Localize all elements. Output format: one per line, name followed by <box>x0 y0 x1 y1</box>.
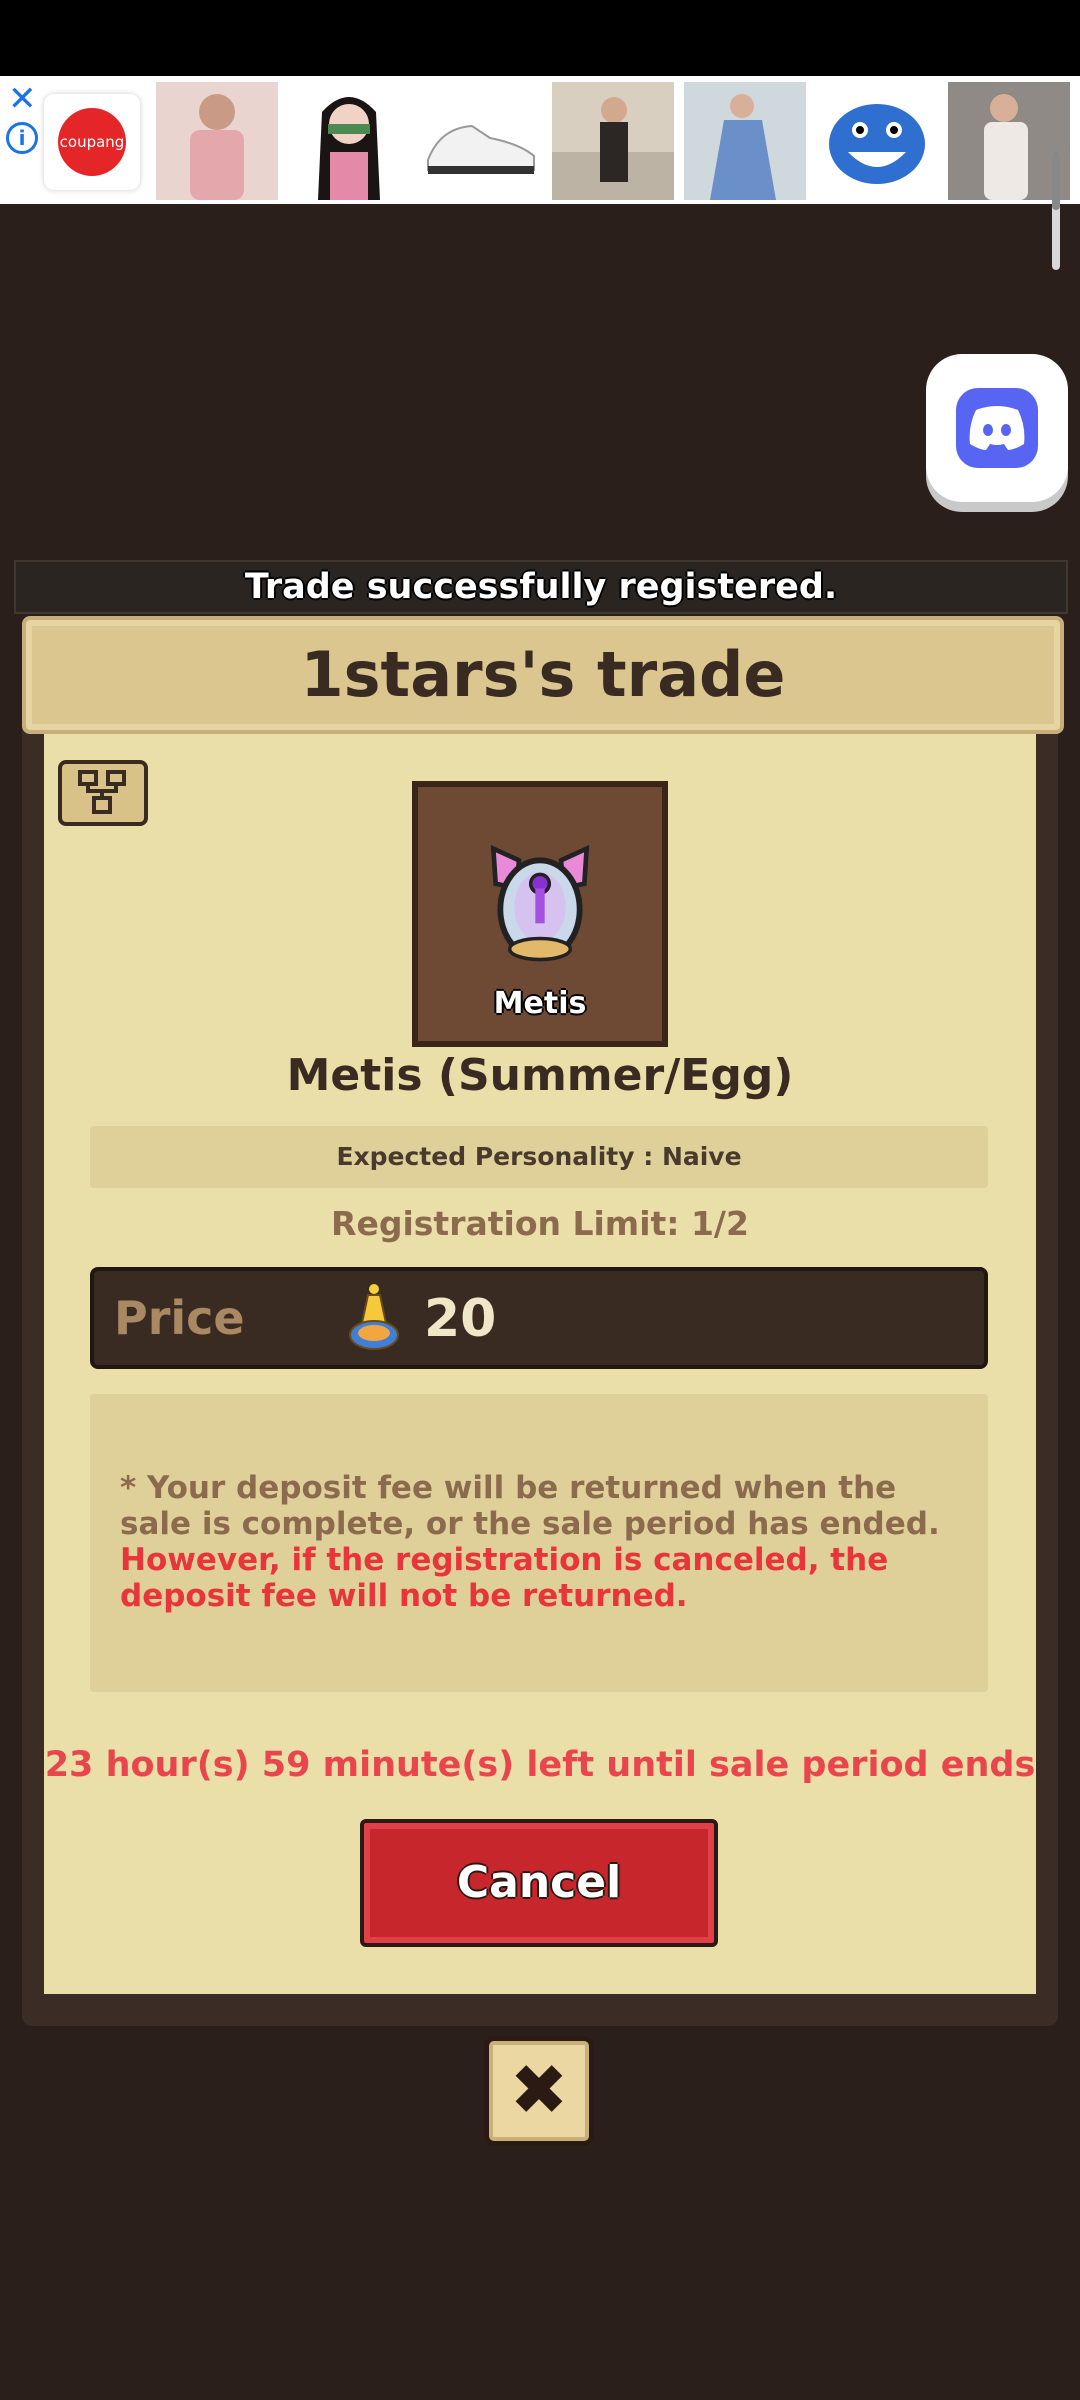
ad-thumb-pink-outfit[interactable] <box>156 82 278 200</box>
registration-limit: Registration Limit: 1/2 <box>331 1204 749 1243</box>
discord-button[interactable] <box>926 354 1068 502</box>
status-bar <box>0 0 1080 76</box>
price-value: 20 <box>424 1289 497 1349</box>
item-name: Metis (Summer/Egg) <box>286 1050 794 1101</box>
item-slot-label: Metis <box>493 986 587 1021</box>
expected-personality: Expected Personality : Naive <box>90 1126 988 1188</box>
ad-thumb-blue-dress[interactable] <box>684 82 806 200</box>
deposit-notice-text: * Your deposit fee will be returned when… <box>120 1470 940 1542</box>
trophy-currency-icon <box>349 1284 399 1350</box>
tree-view-button[interactable] <box>58 760 148 826</box>
ad-banner[interactable]: ✕ i coupang <box>0 76 1080 204</box>
close-x-icon: ✖ <box>509 2049 569 2131</box>
ad-thumb-woman-room[interactable] <box>552 82 674 200</box>
deposit-notice: * Your deposit fee will be returned when… <box>90 1394 988 1692</box>
metis-egg-icon <box>490 844 590 962</box>
ad-thumb-shark-toy[interactable] <box>816 82 938 200</box>
deposit-notice-warning: However, if the registration is canceled… <box>120 1542 889 1614</box>
coupang-logo[interactable]: coupang <box>44 94 140 190</box>
discord-icon <box>956 388 1038 468</box>
ad-thumb-anime-figure[interactable] <box>288 82 410 200</box>
toast-message: Trade successfully registered. <box>14 560 1068 614</box>
sale-time-left: 23 hour(s) 59 minute(s) left until sale … <box>44 1745 1036 1785</box>
price-box: Price 20 <box>90 1267 988 1369</box>
panel-title: 1stars's trade <box>300 638 786 711</box>
close-button[interactable]: ✖ <box>484 2036 594 2146</box>
coupang-badge: coupang <box>58 108 126 176</box>
price-label: Price <box>114 1291 245 1345</box>
item-slot[interactable]: Metis <box>412 781 668 1047</box>
close-icon[interactable]: ✕ <box>8 82 37 116</box>
info-icon[interactable]: i <box>6 122 38 154</box>
ad-scrollbar[interactable] <box>1052 150 1060 270</box>
panel-title-bar: 1stars's trade <box>22 616 1064 734</box>
ad-thumb-sneaker[interactable] <box>420 82 542 200</box>
cancel-button[interactable]: Cancel <box>360 1819 718 1947</box>
hierarchy-icon <box>78 770 126 814</box>
